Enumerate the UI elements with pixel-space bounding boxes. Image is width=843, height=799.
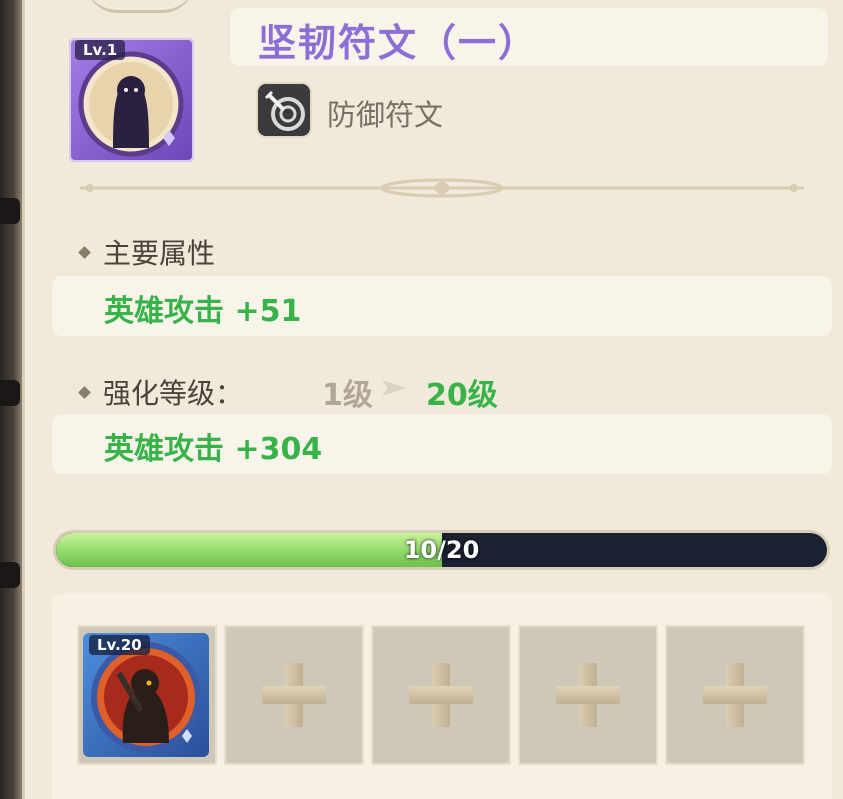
- enhance-attribute-row: 英雄攻击 +304: [52, 414, 832, 474]
- diamond-bullet-icon: [78, 245, 91, 259]
- rune-portrait[interactable]: Lv.1: [69, 38, 194, 162]
- decorative-curl: [85, 0, 195, 13]
- enhance-to-level: 20级: [426, 378, 498, 413]
- title-bar: 坚韧符文（一）: [230, 8, 828, 66]
- enhance-level-heading-text: 强化等级：: [103, 377, 244, 410]
- plus-icon-bar: [703, 686, 767, 704]
- material-slot-3[interactable]: [371, 625, 511, 765]
- arrow-right-icon: [382, 380, 406, 396]
- main-attribute-heading: 主要属性: [78, 232, 216, 272]
- main-attribute-heading-text: 主要属性: [103, 237, 216, 270]
- side-nub: [0, 198, 20, 224]
- enhance-attribute-value: 英雄攻击 +304: [104, 432, 323, 467]
- enhance-progress-bar: 10/20: [56, 533, 827, 567]
- level-badge: Lv.1: [75, 40, 126, 60]
- ornamental-divider: [80, 178, 804, 198]
- rune-type-label: 防御符文: [327, 98, 444, 132]
- rune-title: 坚韧符文（一）: [258, 21, 539, 65]
- progress-text: 10/20: [403, 536, 480, 564]
- material-slot-1[interactable]: Lv.20: [77, 625, 217, 765]
- material-slot-4[interactable]: [518, 625, 658, 765]
- enhance-from-level: 1级: [322, 378, 373, 413]
- material-slot-5[interactable]: [665, 625, 805, 765]
- side-nub: [0, 562, 20, 588]
- slot-level-badge: Lv.20: [89, 635, 150, 655]
- plus-icon-bar: [262, 686, 326, 704]
- diamond-bullet-icon: [78, 385, 91, 399]
- main-attribute-value: 英雄攻击 +51: [104, 294, 302, 329]
- side-nub: [0, 380, 20, 406]
- main-attribute-row: 英雄攻击 +51: [52, 276, 832, 336]
- plus-icon-bar: [409, 686, 473, 704]
- background-side-strip: [0, 0, 22, 799]
- enhance-level-heading: 强化等级：: [78, 372, 244, 412]
- shield-sword-icon: [258, 84, 310, 136]
- material-rune: Lv.20: [83, 633, 209, 757]
- plus-icon-bar: [556, 686, 620, 704]
- material-slot-2[interactable]: [224, 625, 364, 765]
